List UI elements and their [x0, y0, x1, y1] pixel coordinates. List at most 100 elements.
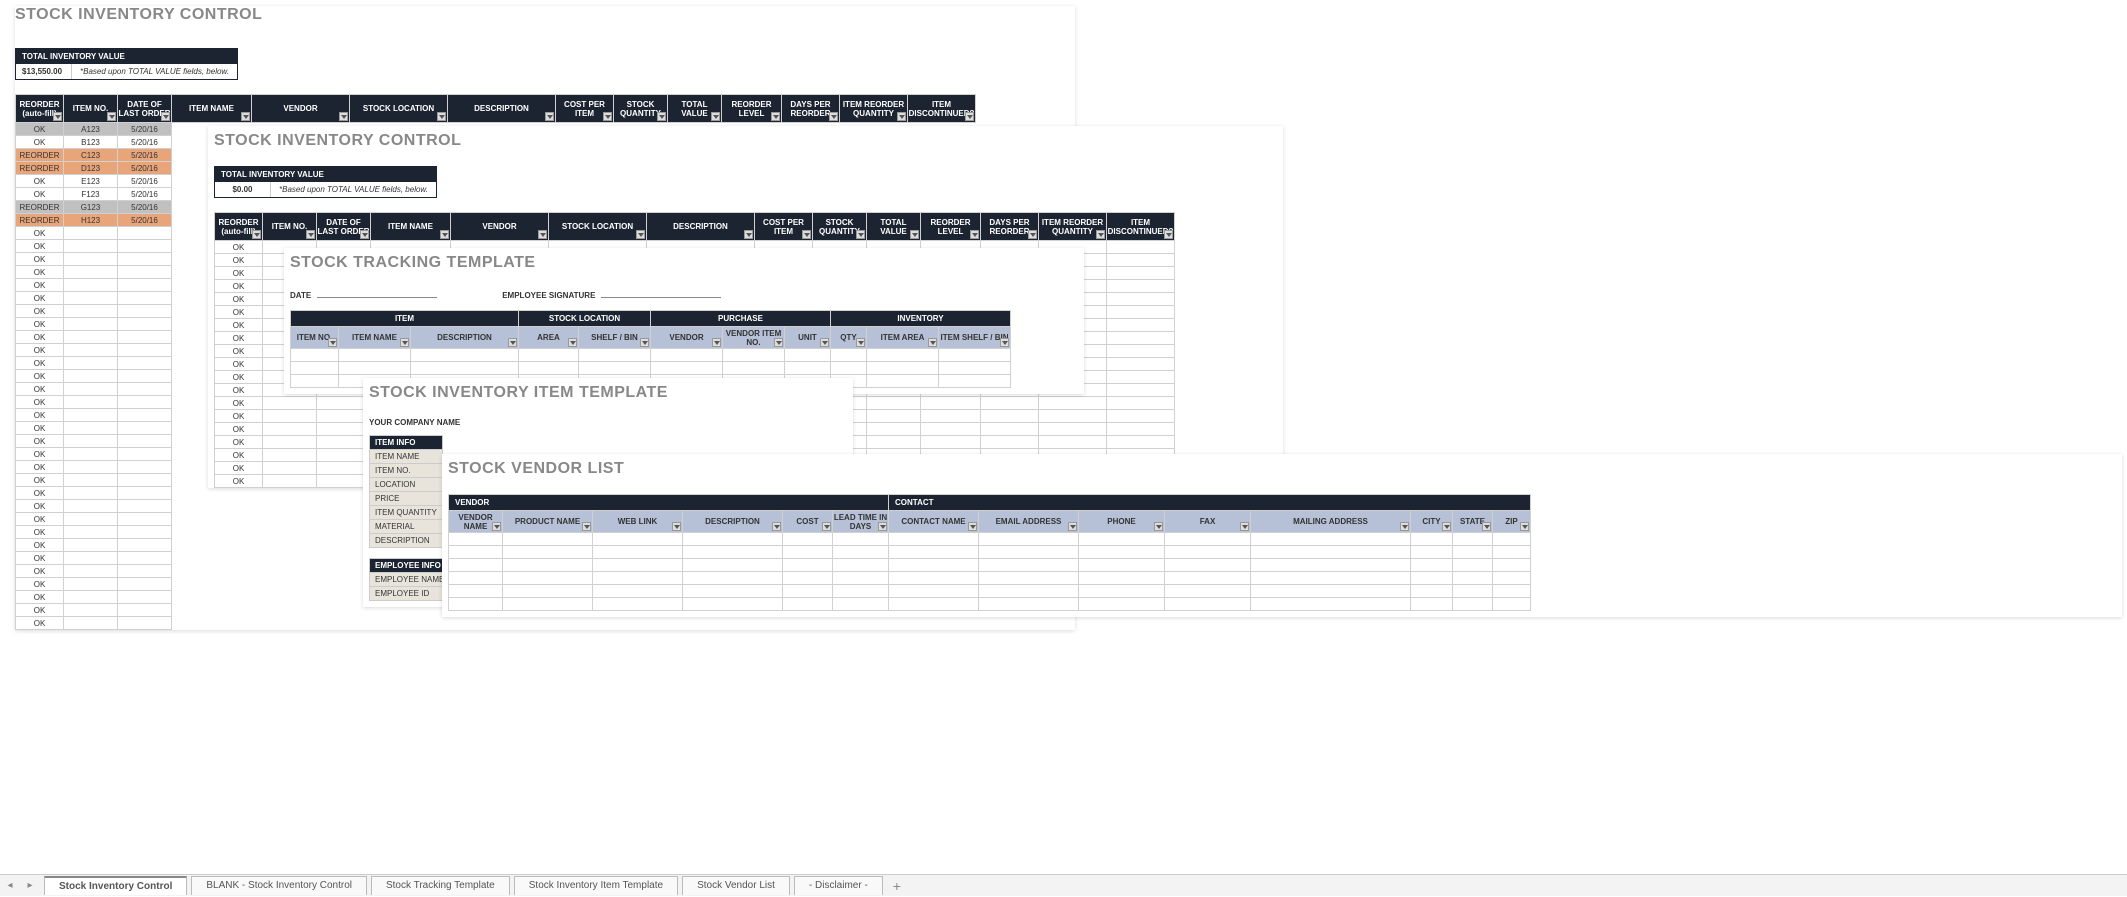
info-row[interactable]: LOCATION — [370, 478, 443, 492]
cell[interactable] — [1079, 559, 1165, 572]
cell[interactable]: OK — [16, 617, 64, 630]
cell[interactable] — [831, 349, 867, 362]
cell[interactable] — [981, 397, 1039, 410]
column-header[interactable]: SHELF / BIN — [579, 327, 651, 349]
cell[interactable] — [889, 585, 979, 598]
cell[interactable]: OK — [16, 344, 64, 357]
cell[interactable] — [64, 474, 118, 487]
cell[interactable]: OK — [16, 461, 64, 474]
cell[interactable] — [411, 362, 519, 375]
table-row[interactable]: OK — [16, 617, 976, 630]
cell[interactable] — [783, 546, 833, 559]
column-header[interactable]: REORDER LEVEL — [722, 95, 782, 123]
cell[interactable] — [867, 349, 939, 362]
cell[interactable]: OK — [215, 345, 263, 358]
cell[interactable] — [579, 349, 651, 362]
cell[interactable] — [64, 591, 118, 604]
cell[interactable]: OK — [16, 188, 64, 201]
cell[interactable]: OK — [16, 383, 64, 396]
cell[interactable] — [939, 362, 1011, 375]
cell[interactable]: OK — [16, 396, 64, 409]
cell[interactable]: OK — [16, 253, 64, 266]
cell[interactable]: OK — [16, 409, 64, 422]
filter-dropdown-icon[interactable] — [636, 230, 645, 239]
cell[interactable] — [64, 513, 118, 526]
cell[interactable] — [921, 397, 981, 410]
column-header[interactable]: STOCK QUANTITY — [614, 95, 668, 123]
cell[interactable] — [118, 461, 172, 474]
sheet-tab[interactable]: Stock Inventory Item Template — [514, 876, 678, 895]
cell[interactable] — [833, 546, 889, 559]
table-row[interactable] — [291, 349, 1011, 362]
cell[interactable] — [889, 546, 979, 559]
sheet-tab[interactable]: Stock Inventory Control — [44, 876, 187, 895]
cell[interactable] — [921, 436, 981, 449]
filter-dropdown-icon[interactable] — [508, 338, 517, 347]
table-row[interactable] — [449, 572, 1531, 585]
cell[interactable]: A123 — [64, 123, 118, 136]
cell[interactable] — [118, 318, 172, 331]
cell[interactable] — [1411, 572, 1453, 585]
column-header[interactable]: DESCRIPTION — [448, 95, 556, 123]
cell[interactable]: OK — [16, 292, 64, 305]
cell[interactable] — [981, 410, 1039, 423]
cell[interactable] — [449, 572, 503, 585]
column-header[interactable]: ITEM REORDER QUANTITY — [1039, 213, 1107, 241]
cell[interactable] — [118, 552, 172, 565]
cell[interactable]: 5/20/16 — [118, 136, 172, 149]
column-header[interactable]: DESCRIPTION — [683, 511, 783, 533]
cell[interactable] — [118, 383, 172, 396]
cell[interactable] — [1251, 585, 1411, 598]
cell[interactable] — [263, 436, 317, 449]
cell[interactable] — [1079, 598, 1165, 611]
cell[interactable] — [833, 585, 889, 598]
cell[interactable]: OK — [215, 462, 263, 475]
cell[interactable] — [1493, 572, 1531, 585]
cell[interactable] — [1493, 533, 1531, 546]
filter-dropdown-icon[interactable] — [582, 522, 591, 531]
cell[interactable] — [1107, 306, 1175, 319]
cell[interactable] — [449, 559, 503, 572]
column-header[interactable]: COST — [783, 511, 833, 533]
cell[interactable] — [1251, 533, 1411, 546]
cell[interactable]: OK — [215, 254, 263, 267]
cell[interactable] — [979, 533, 1079, 546]
cell[interactable]: OK — [215, 293, 263, 306]
cell[interactable] — [1165, 572, 1251, 585]
column-header[interactable]: REORDER (auto-fill) — [215, 213, 263, 241]
cell[interactable]: OK — [16, 604, 64, 617]
column-header[interactable]: ITEM SHELF / BIN — [939, 327, 1011, 349]
filter-dropdown-icon[interactable] — [856, 230, 865, 239]
cell[interactable]: OK — [215, 267, 263, 280]
filter-dropdown-icon[interactable] — [400, 338, 409, 347]
cell[interactable] — [683, 533, 783, 546]
cell[interactable] — [1079, 533, 1165, 546]
cell[interactable] — [291, 362, 339, 375]
cell[interactable] — [118, 513, 172, 526]
sheet-tab[interactable]: Stock Tracking Template — [371, 876, 510, 895]
add-sheet-button[interactable]: + — [883, 875, 911, 897]
cell[interactable] — [683, 572, 783, 585]
cell[interactable]: 5/20/16 — [118, 201, 172, 214]
cell[interactable] — [449, 546, 503, 559]
cell[interactable] — [683, 585, 783, 598]
cell[interactable] — [833, 572, 889, 585]
cell[interactable] — [1411, 559, 1453, 572]
cell[interactable] — [1107, 397, 1175, 410]
column-header[interactable]: DESCRIPTION — [411, 327, 519, 349]
cell[interactable] — [64, 253, 118, 266]
cell[interactable] — [867, 410, 921, 423]
column-header[interactable]: AREA — [519, 327, 579, 349]
cell[interactable] — [889, 533, 979, 546]
filter-dropdown-icon[interactable] — [252, 230, 261, 239]
column-header[interactable]: STOCK LOCATION — [549, 213, 647, 241]
cell[interactable]: REORDER — [16, 162, 64, 175]
sheet-tab[interactable]: Stock Vendor List — [682, 876, 790, 895]
cell[interactable] — [867, 375, 939, 388]
filter-dropdown-icon[interactable] — [744, 230, 753, 239]
cell[interactable] — [64, 409, 118, 422]
cell[interactable] — [64, 305, 118, 318]
info-row[interactable]: ITEM NAME — [370, 450, 443, 464]
cell[interactable] — [833, 598, 889, 611]
cell[interactable]: OK — [16, 435, 64, 448]
